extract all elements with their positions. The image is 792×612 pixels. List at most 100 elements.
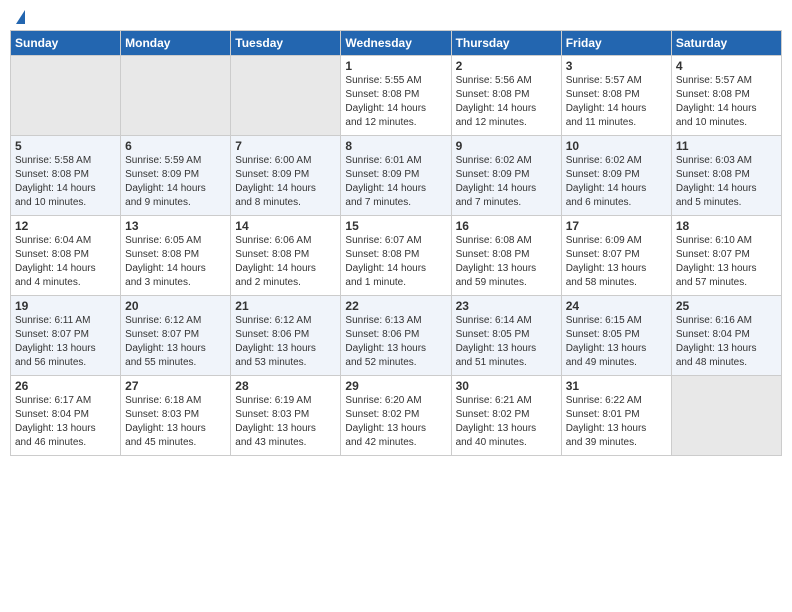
day-info: Sunrise: 6:00 AM Sunset: 8:09 PM Dayligh…: [235, 154, 336, 210]
day-number: 9: [456, 139, 557, 153]
weekday-header-saturday: Saturday: [671, 31, 781, 56]
calendar-cell: 13Sunrise: 6:05 AM Sunset: 8:08 PM Dayli…: [121, 216, 231, 296]
day-info: Sunrise: 6:05 AM Sunset: 8:08 PM Dayligh…: [125, 234, 226, 290]
day-info: Sunrise: 6:12 AM Sunset: 8:06 PM Dayligh…: [235, 314, 336, 370]
day-info: Sunrise: 6:02 AM Sunset: 8:09 PM Dayligh…: [566, 154, 667, 210]
calendar-cell: 25Sunrise: 6:16 AM Sunset: 8:04 PM Dayli…: [671, 296, 781, 376]
day-number: 3: [566, 59, 667, 73]
calendar-cell: 5Sunrise: 5:58 AM Sunset: 8:08 PM Daylig…: [11, 136, 121, 216]
calendar-cell: 27Sunrise: 6:18 AM Sunset: 8:03 PM Dayli…: [121, 376, 231, 456]
calendar-cell: 31Sunrise: 6:22 AM Sunset: 8:01 PM Dayli…: [561, 376, 671, 456]
day-info: Sunrise: 5:57 AM Sunset: 8:08 PM Dayligh…: [676, 74, 777, 130]
day-number: 24: [566, 299, 667, 313]
day-number: 18: [676, 219, 777, 233]
calendar-cell: 18Sunrise: 6:10 AM Sunset: 8:07 PM Dayli…: [671, 216, 781, 296]
logo-arrow-icon: [16, 10, 25, 24]
day-number: 14: [235, 219, 336, 233]
day-info: Sunrise: 6:18 AM Sunset: 8:03 PM Dayligh…: [125, 394, 226, 450]
calendar-cell: 6Sunrise: 5:59 AM Sunset: 8:09 PM Daylig…: [121, 136, 231, 216]
calendar-cell: [671, 376, 781, 456]
weekday-header-monday: Monday: [121, 31, 231, 56]
day-number: 10: [566, 139, 667, 153]
calendar-cell: 7Sunrise: 6:00 AM Sunset: 8:09 PM Daylig…: [231, 136, 341, 216]
day-info: Sunrise: 6:01 AM Sunset: 8:09 PM Dayligh…: [345, 154, 446, 210]
weekday-header-wednesday: Wednesday: [341, 31, 451, 56]
calendar-cell: 15Sunrise: 6:07 AM Sunset: 8:08 PM Dayli…: [341, 216, 451, 296]
day-info: Sunrise: 6:09 AM Sunset: 8:07 PM Dayligh…: [566, 234, 667, 290]
day-info: Sunrise: 6:04 AM Sunset: 8:08 PM Dayligh…: [15, 234, 116, 290]
calendar-cell: 8Sunrise: 6:01 AM Sunset: 8:09 PM Daylig…: [341, 136, 451, 216]
day-info: Sunrise: 6:12 AM Sunset: 8:07 PM Dayligh…: [125, 314, 226, 370]
day-number: 28: [235, 379, 336, 393]
day-info: Sunrise: 6:20 AM Sunset: 8:02 PM Dayligh…: [345, 394, 446, 450]
day-info: Sunrise: 5:57 AM Sunset: 8:08 PM Dayligh…: [566, 74, 667, 130]
day-info: Sunrise: 6:11 AM Sunset: 8:07 PM Dayligh…: [15, 314, 116, 370]
calendar-cell: 22Sunrise: 6:13 AM Sunset: 8:06 PM Dayli…: [341, 296, 451, 376]
day-info: Sunrise: 6:15 AM Sunset: 8:05 PM Dayligh…: [566, 314, 667, 370]
day-number: 16: [456, 219, 557, 233]
day-info: Sunrise: 6:10 AM Sunset: 8:07 PM Dayligh…: [676, 234, 777, 290]
day-number: 1: [345, 59, 446, 73]
day-number: 13: [125, 219, 226, 233]
day-info: Sunrise: 6:17 AM Sunset: 8:04 PM Dayligh…: [15, 394, 116, 450]
day-number: 15: [345, 219, 446, 233]
calendar-cell: 2Sunrise: 5:56 AM Sunset: 8:08 PM Daylig…: [451, 56, 561, 136]
weekday-header-sunday: Sunday: [11, 31, 121, 56]
day-number: 27: [125, 379, 226, 393]
calendar-table: SundayMondayTuesdayWednesdayThursdayFrid…: [10, 30, 782, 456]
day-number: 7: [235, 139, 336, 153]
day-number: 25: [676, 299, 777, 313]
day-number: 19: [15, 299, 116, 313]
day-info: Sunrise: 6:21 AM Sunset: 8:02 PM Dayligh…: [456, 394, 557, 450]
day-info: Sunrise: 5:58 AM Sunset: 8:08 PM Dayligh…: [15, 154, 116, 210]
day-info: Sunrise: 6:03 AM Sunset: 8:08 PM Dayligh…: [676, 154, 777, 210]
day-number: 12: [15, 219, 116, 233]
logo: [14, 10, 25, 24]
calendar-cell: 28Sunrise: 6:19 AM Sunset: 8:03 PM Dayli…: [231, 376, 341, 456]
calendar-cell: 4Sunrise: 5:57 AM Sunset: 8:08 PM Daylig…: [671, 56, 781, 136]
calendar-cell: 17Sunrise: 6:09 AM Sunset: 8:07 PM Dayli…: [561, 216, 671, 296]
day-number: 26: [15, 379, 116, 393]
day-number: 6: [125, 139, 226, 153]
calendar-header: SundayMondayTuesdayWednesdayThursdayFrid…: [11, 31, 782, 56]
calendar-cell: 10Sunrise: 6:02 AM Sunset: 8:09 PM Dayli…: [561, 136, 671, 216]
day-number: 2: [456, 59, 557, 73]
calendar-cell: 9Sunrise: 6:02 AM Sunset: 8:09 PM Daylig…: [451, 136, 561, 216]
day-number: 5: [15, 139, 116, 153]
weekday-header-tuesday: Tuesday: [231, 31, 341, 56]
calendar-cell: 16Sunrise: 6:08 AM Sunset: 8:08 PM Dayli…: [451, 216, 561, 296]
calendar-cell: 14Sunrise: 6:06 AM Sunset: 8:08 PM Dayli…: [231, 216, 341, 296]
day-number: 29: [345, 379, 446, 393]
page-header: [10, 10, 782, 24]
calendar-cell: 1Sunrise: 5:55 AM Sunset: 8:08 PM Daylig…: [341, 56, 451, 136]
weekday-header-thursday: Thursday: [451, 31, 561, 56]
day-number: 23: [456, 299, 557, 313]
day-info: Sunrise: 5:56 AM Sunset: 8:08 PM Dayligh…: [456, 74, 557, 130]
calendar-cell: 23Sunrise: 6:14 AM Sunset: 8:05 PM Dayli…: [451, 296, 561, 376]
calendar-cell: 20Sunrise: 6:12 AM Sunset: 8:07 PM Dayli…: [121, 296, 231, 376]
calendar-cell: [11, 56, 121, 136]
calendar-cell: 24Sunrise: 6:15 AM Sunset: 8:05 PM Dayli…: [561, 296, 671, 376]
day-info: Sunrise: 6:13 AM Sunset: 8:06 PM Dayligh…: [345, 314, 446, 370]
day-info: Sunrise: 6:06 AM Sunset: 8:08 PM Dayligh…: [235, 234, 336, 290]
calendar-cell: 3Sunrise: 5:57 AM Sunset: 8:08 PM Daylig…: [561, 56, 671, 136]
calendar-cell: 19Sunrise: 6:11 AM Sunset: 8:07 PM Dayli…: [11, 296, 121, 376]
calendar-cell: 12Sunrise: 6:04 AM Sunset: 8:08 PM Dayli…: [11, 216, 121, 296]
day-number: 8: [345, 139, 446, 153]
day-info: Sunrise: 6:16 AM Sunset: 8:04 PM Dayligh…: [676, 314, 777, 370]
day-info: Sunrise: 6:07 AM Sunset: 8:08 PM Dayligh…: [345, 234, 446, 290]
day-info: Sunrise: 5:55 AM Sunset: 8:08 PM Dayligh…: [345, 74, 446, 130]
weekday-header-friday: Friday: [561, 31, 671, 56]
day-info: Sunrise: 6:02 AM Sunset: 8:09 PM Dayligh…: [456, 154, 557, 210]
day-info: Sunrise: 6:19 AM Sunset: 8:03 PM Dayligh…: [235, 394, 336, 450]
day-number: 4: [676, 59, 777, 73]
day-info: Sunrise: 5:59 AM Sunset: 8:09 PM Dayligh…: [125, 154, 226, 210]
day-number: 22: [345, 299, 446, 313]
day-number: 17: [566, 219, 667, 233]
calendar-cell: 30Sunrise: 6:21 AM Sunset: 8:02 PM Dayli…: [451, 376, 561, 456]
day-info: Sunrise: 6:22 AM Sunset: 8:01 PM Dayligh…: [566, 394, 667, 450]
day-info: Sunrise: 6:08 AM Sunset: 8:08 PM Dayligh…: [456, 234, 557, 290]
day-number: 31: [566, 379, 667, 393]
day-number: 20: [125, 299, 226, 313]
day-number: 30: [456, 379, 557, 393]
